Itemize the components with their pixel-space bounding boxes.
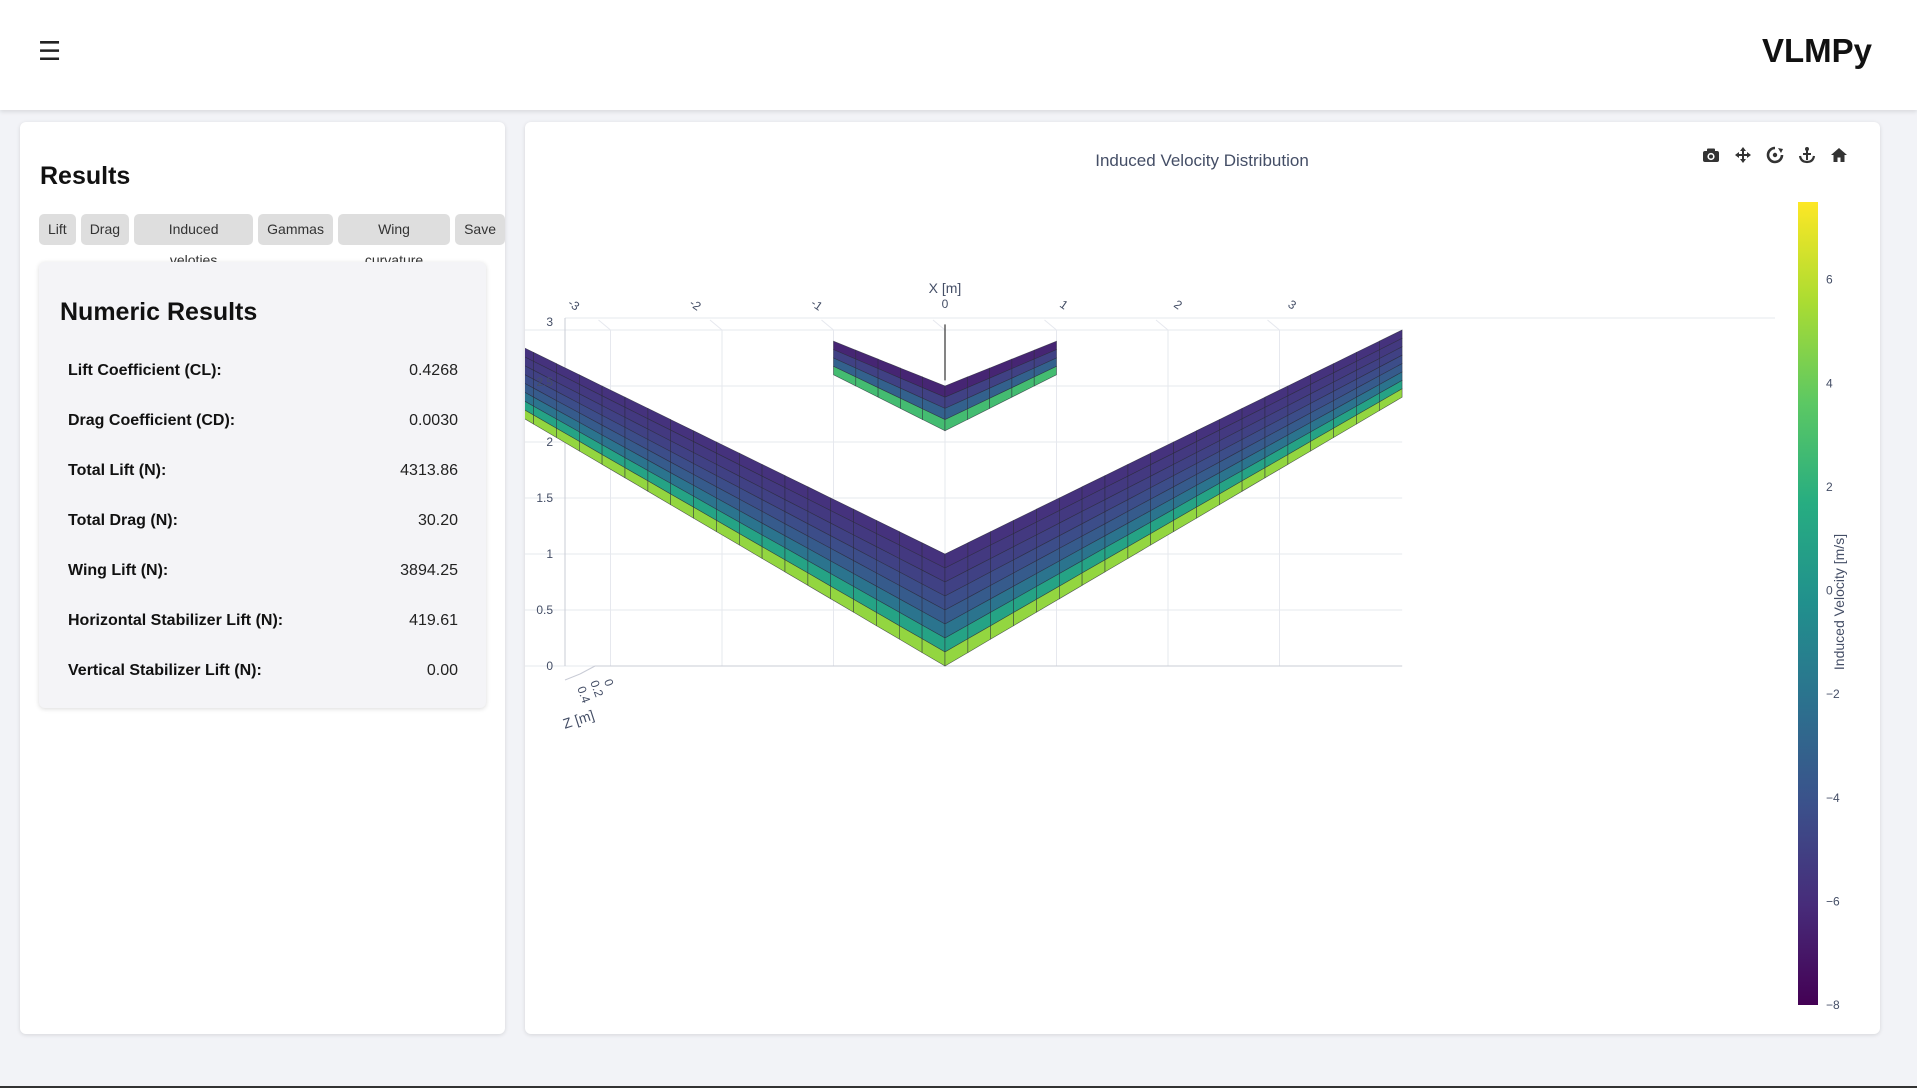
result-row-drag-coefficient: Drag Coefficient (CD): 0.0030 [68, 412, 458, 436]
plot-panel: 0 0.5 1 1.5 2 2.5 3 -3 -2 -1 0 1 2 3 X [m] 0 0.2 0.4 Z [m]… [525, 122, 1880, 1034]
colorbar-tick-label: 2 [1826, 480, 1833, 494]
save-button[interactable]: Save [455, 214, 505, 245]
y-tick-label: 1 [546, 547, 553, 561]
depth-gridline [1267, 319, 1280, 331]
depth-gridline [821, 319, 834, 331]
x-tick-label: 3 [1285, 297, 1299, 312]
result-row-total-drag: Total Drag (N): 30.20 [68, 512, 458, 536]
colorbar-tick-label: 4 [1826, 376, 1833, 390]
result-label: Total Drag (N): [68, 512, 178, 529]
depth-gridline [709, 319, 723, 331]
depth-axis-line [579, 665, 596, 675]
x-tick-label: -3 [565, 296, 582, 314]
lift-tab-button[interactable]: Lift [39, 214, 76, 245]
results-title: Results [40, 162, 131, 190]
colorbar-tick-label: −8 [1826, 998, 1840, 1012]
result-row-lift-coefficient: Lift Coefficient (CL): 0.4268 [68, 362, 458, 386]
result-value: 0.4268 [409, 362, 458, 379]
y-tick-label: 3 [546, 315, 553, 329]
colorbar-tick-label: −2 [1826, 687, 1840, 701]
colorbar [1798, 202, 1818, 1005]
induced-velocities-tab-button[interactable]: Induced veloties [134, 214, 254, 268]
camera-icon[interactable] [1700, 145, 1722, 165]
gammas-tab-button[interactable]: Gammas [258, 214, 333, 245]
y-tick-label: 2.5 [536, 375, 553, 389]
turntable-rotation-icon[interactable] [1796, 145, 1818, 165]
x-tick-label: 0 [942, 297, 949, 311]
results-tab-bar: Lift Drag Induced veloties Gammas Wing c… [39, 214, 505, 268]
x-tick-label: -1 [808, 296, 825, 314]
result-value: 3894.25 [400, 562, 458, 579]
x-tick-label: 1 [1057, 297, 1071, 312]
hamburger-menu-icon[interactable]: ☰ [38, 38, 66, 66]
depth-gridline [1044, 319, 1057, 331]
x-axis-title: X [m] [929, 280, 962, 296]
depth-gridline [1155, 319, 1169, 331]
top-app-bar: ☰ VLMPy [0, 0, 1917, 110]
y-tick-label: 1.5 [536, 491, 553, 505]
colorbar-title: Induced Velocity [m/s] [1831, 534, 1847, 670]
drag-tab-button[interactable]: Drag [80, 214, 130, 245]
pan-icon[interactable] [1732, 145, 1754, 165]
result-row-vertical-stabilizer-lift: Vertical Stabilizer Lift (N): 0.00 [68, 662, 458, 686]
result-value: 419.61 [409, 612, 458, 629]
z-axis-title: Z [m] [561, 707, 596, 732]
result-label: Wing Lift (N): [68, 562, 169, 579]
app-title: VLMPy [1761, 32, 1872, 69]
colorbar-tick-label: 6 [1826, 273, 1833, 287]
depth-gridline [932, 319, 946, 331]
result-value: 0.0030 [409, 412, 458, 429]
result-label: Vertical Stabilizer Lift (N): [68, 662, 262, 679]
plot-modebar [1700, 145, 1850, 165]
induced-velocity-3d-plot[interactable]: 00.511.522.53-3 -2 -1 0 1 2 3X [m]00.20.4Z [m]… [525, 122, 1880, 1034]
orbit-rotation-icon[interactable] [1764, 145, 1786, 165]
result-label: Lift Coefficient (CL): [68, 362, 222, 379]
result-value: 0.00 [426, 662, 458, 679]
result-label: Drag Coefficient (CD): [68, 412, 236, 429]
colorbar-tick-label: −4 [1826, 791, 1840, 805]
result-value: 4313.86 [400, 462, 458, 479]
colorbar-tick-label: −6 [1826, 894, 1840, 908]
y-tick-label: 0.5 [536, 603, 553, 617]
numeric-results-card: Numeric Results Lift Coefficient (CL): 0… [39, 262, 486, 708]
x-tick-label: -2 [687, 296, 704, 314]
result-row-horizontal-stabilizer-lift: Horizontal Stabilizer Lift (N): 419.61 [68, 612, 458, 636]
wing-curvature-tab-button[interactable]: Wing curvature [337, 214, 451, 268]
result-label: Total Lift (N): [68, 462, 167, 479]
results-panel: Results Lift Drag Induced veloties Gamma… [20, 122, 505, 1034]
surface-mesh [525, 324, 1403, 667]
home-reset-icon[interactable] [1828, 145, 1850, 165]
depth-gridline [598, 319, 611, 331]
result-value: 30.20 [417, 512, 458, 529]
y-tick-label: 2 [546, 435, 553, 449]
result-row-total-lift: Total Lift (N): 4313.86 [68, 462, 458, 486]
depth-axis-line [564, 673, 581, 681]
result-label: Horizontal Stabilizer Lift (N): [68, 612, 284, 629]
chart-title: Induced Velocity Distribution [1095, 151, 1309, 170]
x-tick-label: 2 [1171, 297, 1185, 312]
axis-labels: 00.511.522.53-3 -2 -1 0 1 2 3X [m]00.20.4Z [m]… [536, 273, 1840, 1012]
result-row-wing-lift: Wing Lift (N): 3894.25 [68, 562, 458, 586]
numeric-results-title: Numeric Results [60, 298, 258, 326]
y-tick-label: 0 [546, 659, 553, 673]
